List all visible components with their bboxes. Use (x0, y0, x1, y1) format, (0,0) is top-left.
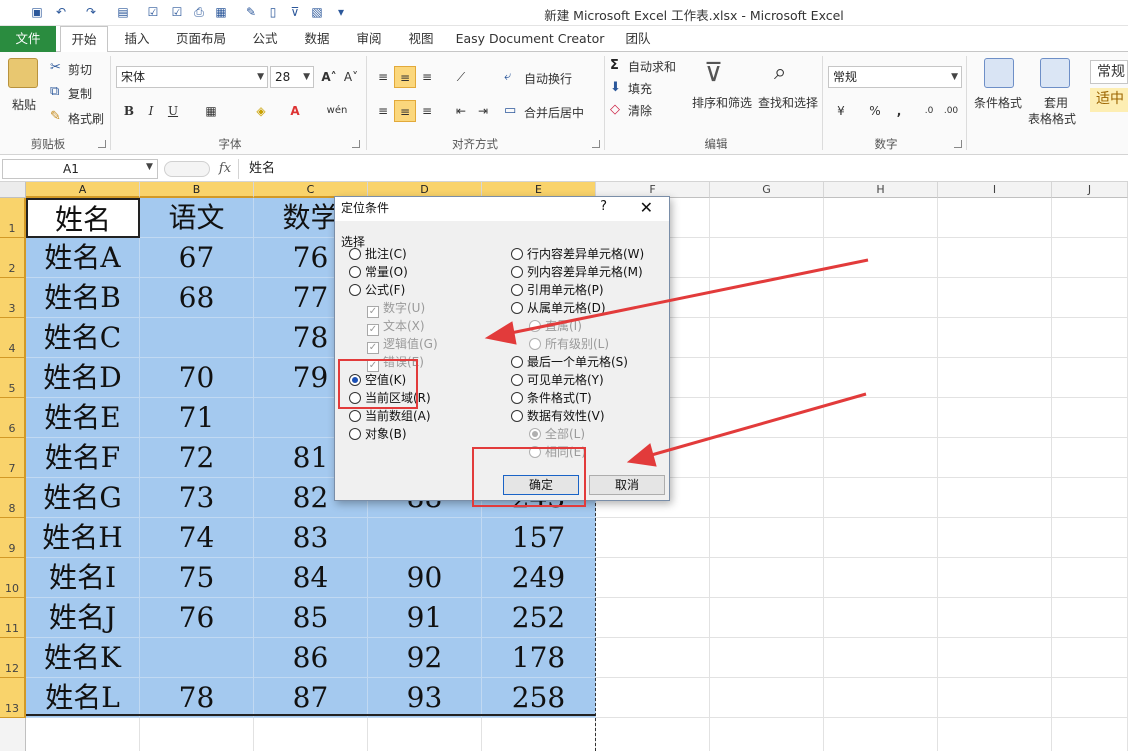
arrow-head (484, 321, 517, 345)
annotation-arrows (484, 258, 869, 467)
excel-window: ▣ ↶ ↷ ▤ ☑ ☑ ⎙ ▦ ✎ ▯ ⊽ ▧ ▾ 新建 Microsoft E… (0, 0, 1128, 751)
arrow-to-blank-option (505, 258, 869, 336)
arrow-to-ok-button (647, 392, 867, 458)
arrow-head (626, 443, 657, 467)
